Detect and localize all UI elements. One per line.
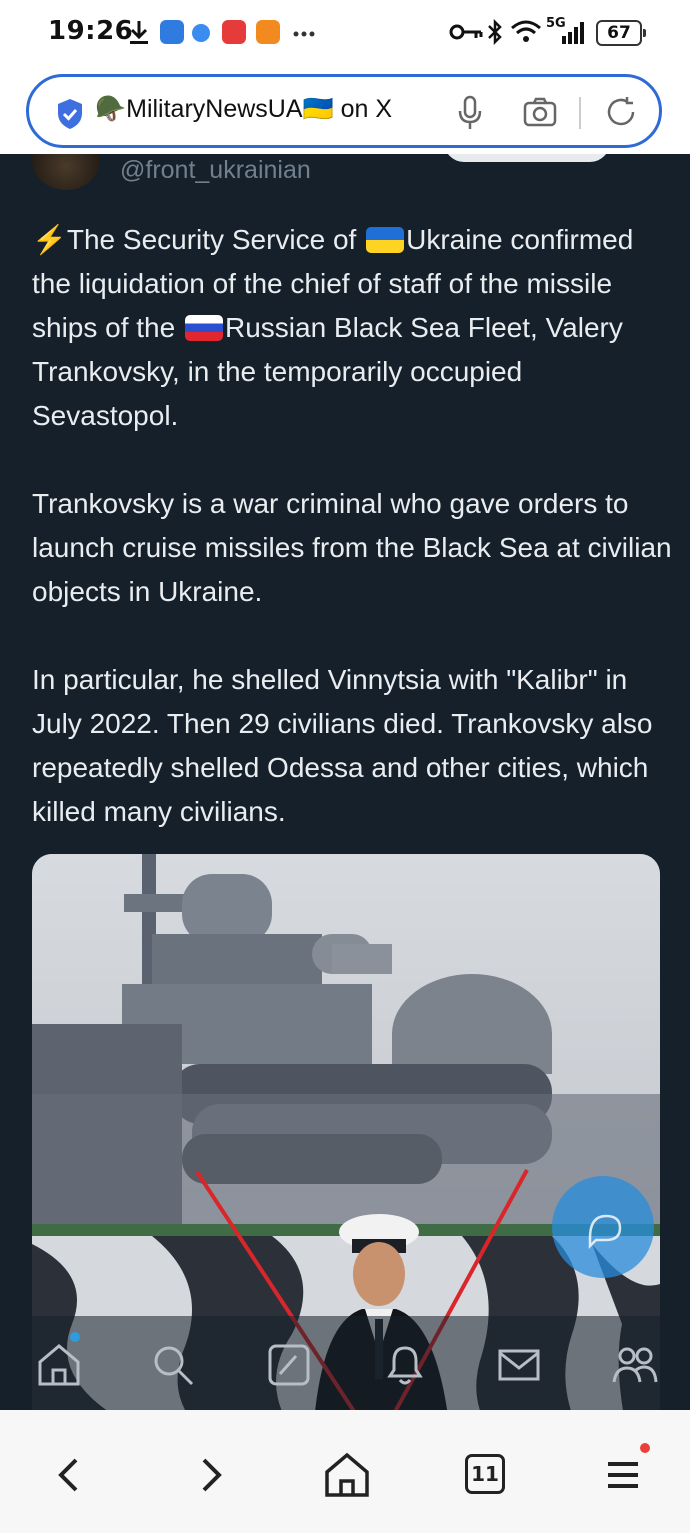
battery-icon: 67 [596,20,646,46]
status-bar: 19:26 5G 67 [0,0,690,66]
browser-toolbar: 🪖MilitaryNewsUA🇺🇦 on X [0,66,690,154]
messages-icon[interactable] [496,1342,542,1388]
tweet-body: ⚡The Security Service of Ukraine confirm… [32,218,672,878]
menu-icon[interactable] [598,1450,648,1500]
follow-button[interactable] [444,154,610,162]
tabs-icon[interactable]: 11 [465,1454,505,1494]
russia-flag-icon [184,315,223,341]
x-bottom-nav [0,1316,690,1410]
compose-fab[interactable] [552,1176,654,1278]
download-icon [130,21,148,44]
status-time: 19:26 [48,16,134,46]
search-icon[interactable] [150,1342,196,1388]
home-icon[interactable] [322,1450,372,1500]
notification-dot [70,1332,80,1342]
microphone-icon[interactable] [457,95,483,131]
browser-bottom-bar [0,1410,690,1533]
forward-icon[interactable] [186,1450,236,1500]
compose-icon[interactable] [266,1342,312,1388]
menu-notification-dot [640,1443,650,1453]
back-icon[interactable] [44,1450,94,1500]
tweet-paragraph: Trankovsky is a war criminal who gave or… [32,488,672,607]
tweet: @front_ukrainian ⚡The Security Service o… [0,154,690,1410]
tweet-paragraph: In particular, he shelled Vinnytsia with… [32,664,653,827]
tweet-paragraph: ⚡The Security Service of Ukraine confirm… [32,224,634,431]
notifications-icon[interactable] [382,1342,428,1388]
tweet-handle[interactable]: @front_ukrainian [120,156,311,185]
address-bar[interactable]: 🪖MilitaryNewsUA🇺🇦 on X [26,74,662,148]
key-icon [449,24,483,40]
video-app-icon [256,20,280,44]
app-icon [160,20,184,44]
huawei-app-icon [222,20,246,44]
signal-icon [562,22,584,44]
avatar[interactable] [32,154,100,190]
bluetooth-icon [488,18,502,46]
communities-icon[interactable] [612,1342,658,1388]
reload-icon[interactable] [605,95,637,129]
more-icon [293,31,315,37]
camera-icon[interactable] [523,95,557,129]
shield-check-icon [58,99,82,129]
app-icon [192,24,210,42]
wifi-icon [511,20,541,42]
lightning-icon: ⚡ [32,224,67,255]
page-title: 🪖MilitaryNewsUA🇺🇦 on X [95,95,393,123]
home-icon[interactable] [36,1342,82,1388]
divider [579,97,581,129]
compose-icon [588,1214,622,1250]
ukraine-flag-icon [366,227,405,253]
